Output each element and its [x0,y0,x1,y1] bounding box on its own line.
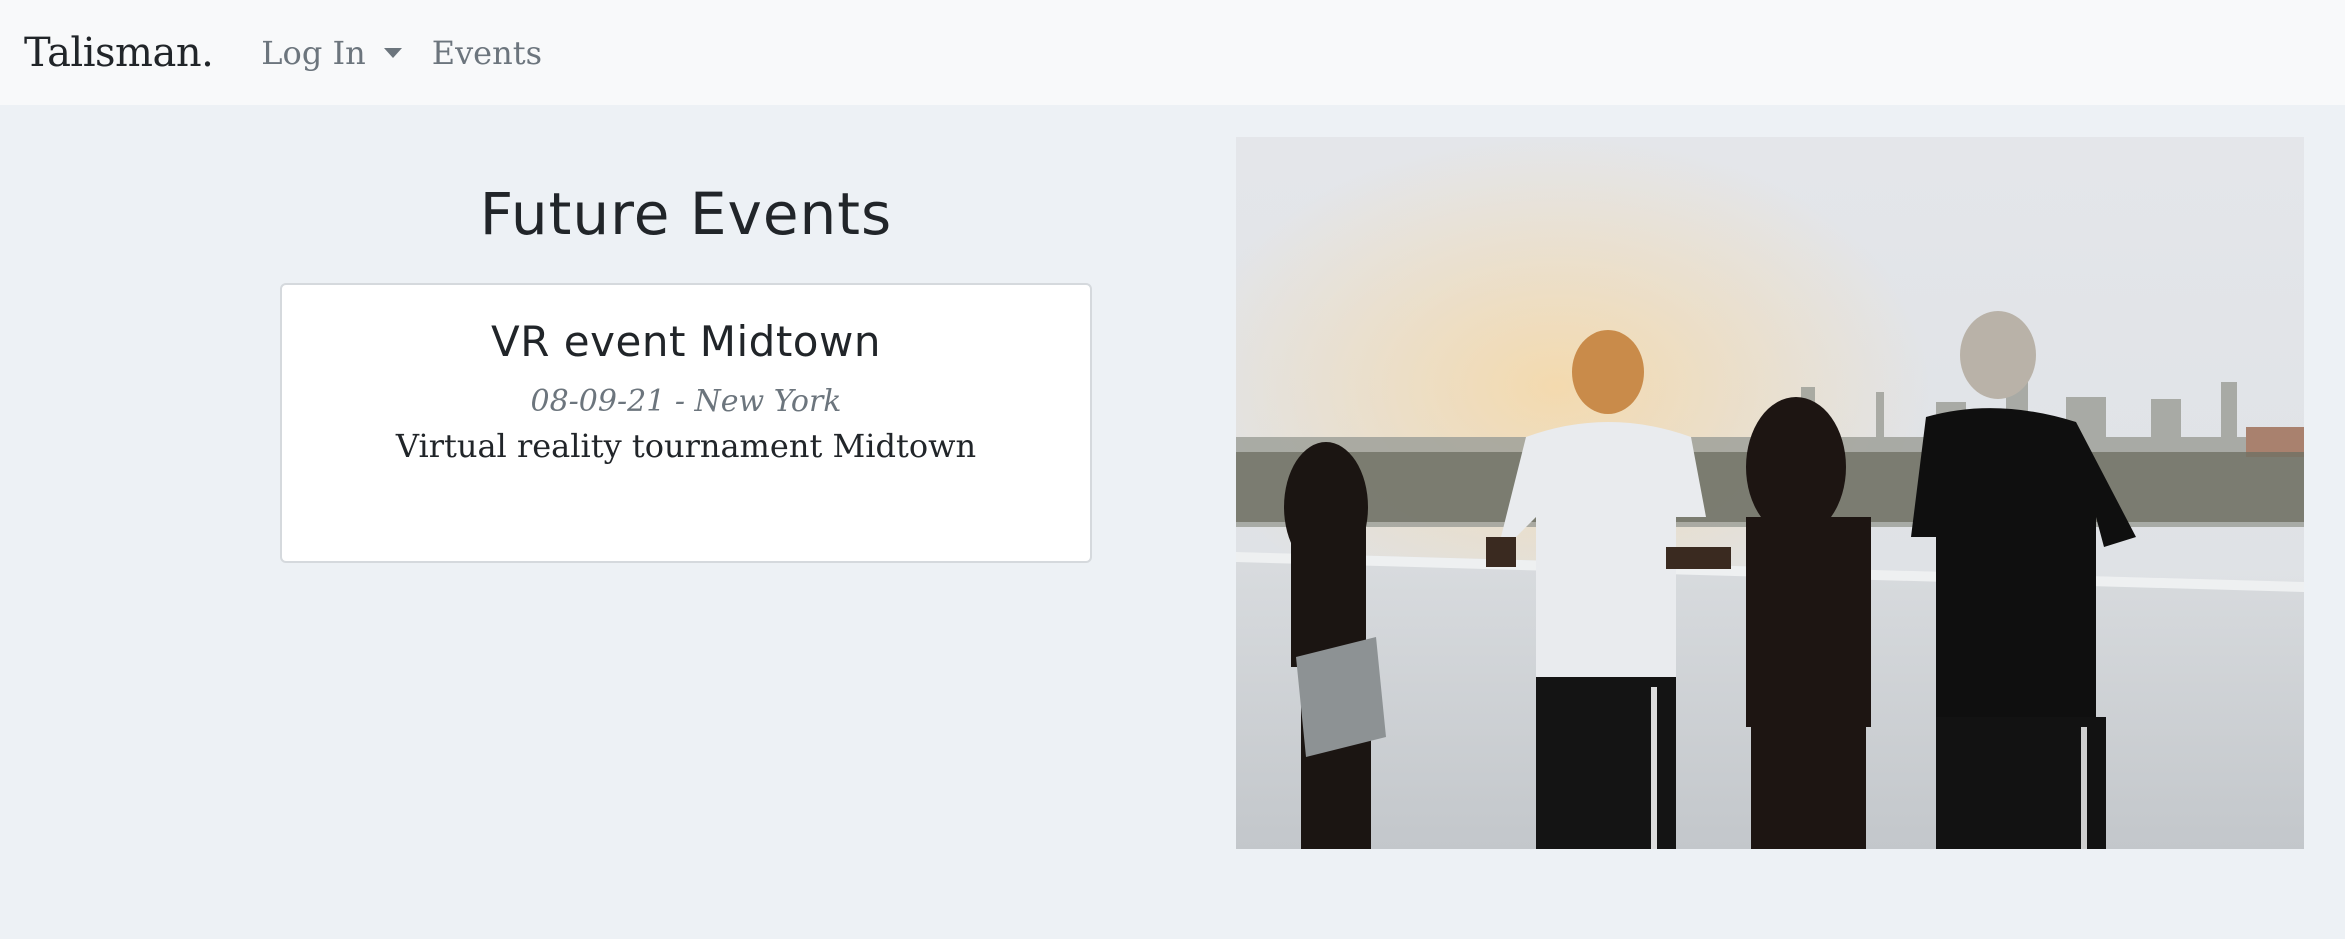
event-title: VR event Midtown [491,317,881,366]
brand-logo[interactable]: Talisman. [24,30,214,76]
event-card: VR event Midtown 08-09-21 - New York Vir… [280,283,1092,563]
nav-login-dropdown[interactable]: Log In [261,33,402,72]
nav-events-link[interactable]: Events [432,34,542,72]
navbar: Talisman. Log In Events [0,0,2345,105]
page-title: Future Events [479,180,893,248]
event-date-location: 08-09-21 - New York [530,384,842,419]
caret-down-icon [383,47,402,58]
hero-photo [1236,137,2304,849]
nav-login-label: Log In [261,33,366,72]
event-description: Virtual reality tournament Midtown [395,427,977,465]
